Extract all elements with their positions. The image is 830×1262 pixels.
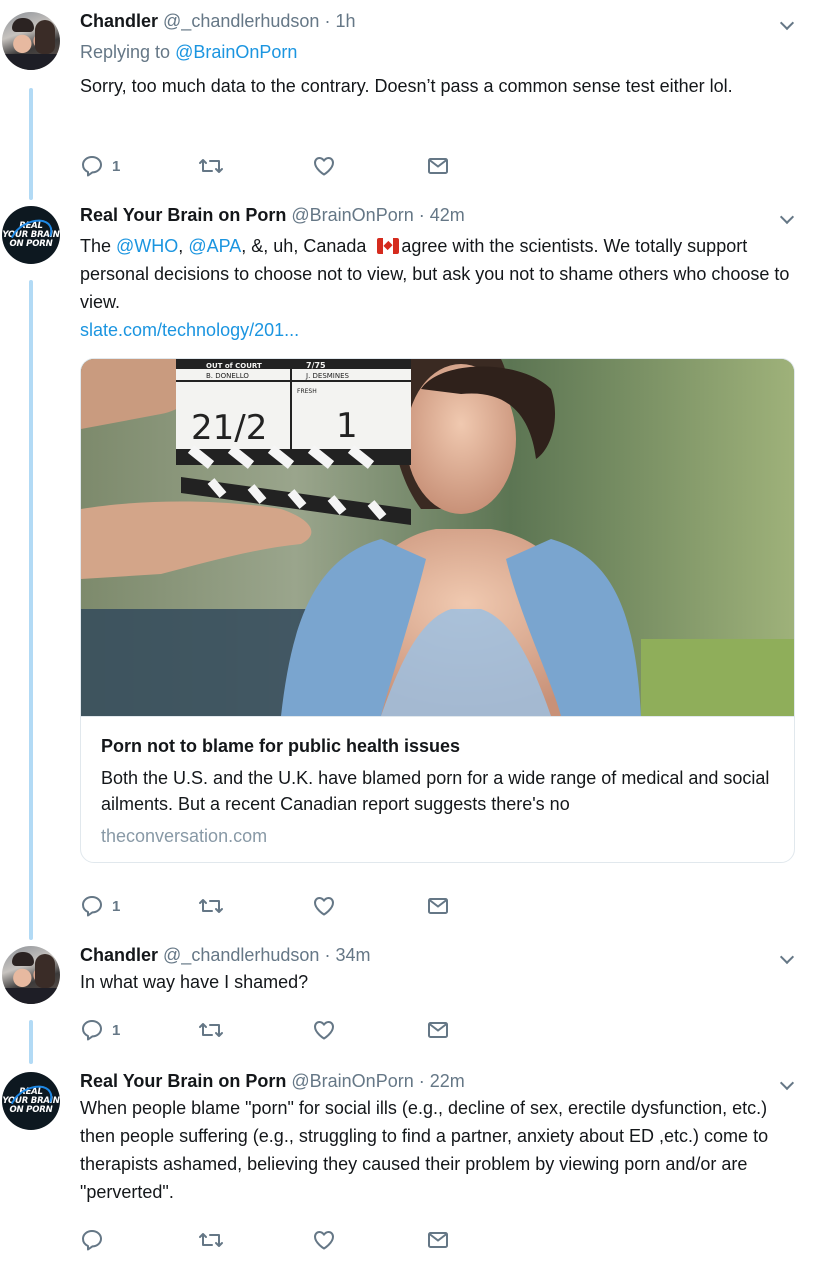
reply-count: 1 bbox=[112, 157, 121, 175]
slate-label: B. DONELLO bbox=[206, 372, 249, 380]
slate-label: OUT of COURT bbox=[206, 362, 262, 370]
separator: · bbox=[418, 205, 425, 225]
retweet-icon bbox=[199, 899, 223, 913]
slate-label: J. DESMINES bbox=[305, 372, 350, 380]
tweet-text: In what way have I shamed? bbox=[80, 972, 309, 992]
card-image[interactable]: OUT of COURT 7/75 B. DONELLO J. DESMINES… bbox=[81, 359, 794, 716]
timestamp[interactable]: 22m bbox=[430, 1071, 465, 1091]
separator: · bbox=[324, 11, 331, 31]
reply-icon bbox=[82, 1230, 102, 1251]
card-photo: OUT of COURT 7/75 B. DONELLO J. DESMINES… bbox=[81, 359, 794, 716]
tweet-text: The @WHO, @APA, &, uh, Canada agree with… bbox=[80, 232, 800, 344]
author-name[interactable]: Real Your Brain on Porn bbox=[80, 1071, 286, 1091]
slate-take: 1 bbox=[336, 406, 358, 446]
reply-button[interactable]: 1 bbox=[80, 152, 120, 180]
card-description: Both the U.S. and the U.K. have blamed p… bbox=[101, 768, 770, 814]
tweet-header: Chandler @_chandlerhudson · 1h bbox=[80, 10, 800, 32]
slate-scene: 21/2 bbox=[191, 408, 267, 448]
separator: · bbox=[324, 945, 331, 965]
reply-button[interactable]: 1 bbox=[80, 1016, 120, 1044]
mention-apa[interactable]: @APA bbox=[188, 236, 241, 256]
heart-icon bbox=[314, 1021, 334, 1040]
like-button[interactable] bbox=[312, 1016, 336, 1044]
envelope-icon bbox=[428, 898, 448, 914]
author-handle[interactable]: @_chandlerhudson bbox=[163, 945, 319, 965]
author-handle[interactable]: @BrainOnPorn bbox=[291, 205, 413, 225]
tweet-actions: 1 bbox=[80, 1016, 480, 1044]
logo-swoosh bbox=[3, 1078, 59, 1128]
reply-icon bbox=[82, 156, 102, 177]
tweet-actions bbox=[80, 1226, 480, 1254]
like-button[interactable] bbox=[312, 152, 336, 180]
reply-button[interactable]: 1 bbox=[80, 892, 120, 920]
reply-button[interactable] bbox=[80, 1226, 104, 1254]
timestamp[interactable]: 42m bbox=[430, 205, 465, 225]
retweet-button[interactable] bbox=[197, 892, 225, 920]
envelope-icon bbox=[428, 1022, 448, 1038]
avatar[interactable] bbox=[2, 946, 60, 1004]
tweet-actions: 1 bbox=[80, 892, 480, 920]
author-handle[interactable]: @BrainOnPorn bbox=[291, 1071, 413, 1091]
direct-message-button[interactable] bbox=[426, 1226, 450, 1254]
direct-message-button[interactable] bbox=[426, 1016, 450, 1044]
author-name[interactable]: Chandler bbox=[80, 11, 158, 31]
direct-message-button[interactable] bbox=[426, 152, 450, 180]
author-handle[interactable]: @_chandlerhudson bbox=[163, 11, 319, 31]
logo-swoosh bbox=[3, 212, 59, 262]
retweet-icon bbox=[199, 1233, 223, 1247]
tweet[interactable]: Chandler @_chandlerhudson · 34m In what … bbox=[0, 944, 830, 1054]
avatar[interactable]: REAL YOUR BRAIN ON PORN bbox=[2, 206, 60, 264]
tweet[interactable]: REAL YOUR BRAIN ON PORN Real Your Brain … bbox=[0, 1070, 830, 1260]
avatar[interactable] bbox=[2, 12, 60, 70]
reply-icon bbox=[82, 896, 102, 917]
heart-icon bbox=[314, 897, 334, 916]
reply-count: 1 bbox=[112, 897, 121, 915]
author-name[interactable]: Chandler bbox=[80, 945, 158, 965]
direct-message-button[interactable] bbox=[426, 892, 450, 920]
reply-count: 1 bbox=[112, 1021, 121, 1039]
tweet-text: When people blame "porn" for social ills… bbox=[80, 1098, 769, 1202]
link-card[interactable]: OUT of COURT 7/75 B. DONELLO J. DESMINES… bbox=[80, 358, 795, 863]
retweet-button[interactable] bbox=[197, 1016, 225, 1044]
timestamp[interactable]: 1h bbox=[335, 11, 355, 31]
tweet-header: Real Your Brain on Porn @BrainOnPorn · 2… bbox=[80, 1070, 800, 1092]
retweet-icon bbox=[199, 1023, 223, 1037]
tweet[interactable]: Chandler @_chandlerhudson · 1h Replying … bbox=[0, 10, 830, 190]
slate-label: 7/75 bbox=[306, 361, 326, 370]
heart-icon bbox=[314, 157, 334, 176]
separator: · bbox=[418, 1071, 425, 1091]
tweet[interactable]: REAL YOUR BRAIN ON PORN Real Your Brain … bbox=[0, 204, 830, 934]
card-body[interactable]: Porn not to blame for public health issu… bbox=[81, 716, 794, 862]
card-domain: theconversation.com bbox=[101, 826, 268, 846]
tweet-actions: 1 bbox=[80, 152, 480, 180]
retweet-button[interactable] bbox=[197, 1226, 225, 1254]
author-name[interactable]: Real Your Brain on Porn bbox=[80, 205, 286, 225]
canada-flag-emoji bbox=[377, 238, 400, 254]
avatar[interactable]: REAL YOUR BRAIN ON PORN bbox=[2, 1072, 60, 1130]
envelope-icon bbox=[428, 158, 448, 174]
like-button[interactable] bbox=[312, 1226, 336, 1254]
article-url-link[interactable]: slate.com/technology/201... bbox=[80, 316, 800, 344]
heart-icon bbox=[314, 1231, 334, 1250]
replying-to: Replying to @BrainOnPorn bbox=[80, 42, 298, 62]
reply-handle-link[interactable]: @BrainOnPorn bbox=[175, 42, 297, 62]
card-title[interactable]: Porn not to blame for public health issu… bbox=[101, 735, 776, 757]
tweet-text: Sorry, too much data to the contrary. Do… bbox=[80, 76, 733, 96]
envelope-icon bbox=[428, 1232, 448, 1248]
tweet-header: Real Your Brain on Porn @BrainOnPorn · 4… bbox=[80, 204, 800, 226]
retweet-icon bbox=[199, 159, 223, 173]
slate-label: FRESH bbox=[297, 388, 317, 395]
tweet-header: Chandler @_chandlerhudson · 34m bbox=[80, 944, 800, 966]
like-button[interactable] bbox=[312, 892, 336, 920]
retweet-button[interactable] bbox=[197, 152, 225, 180]
reply-icon bbox=[82, 1020, 102, 1041]
mention-who[interactable]: @WHO bbox=[116, 236, 178, 256]
timestamp[interactable]: 34m bbox=[335, 945, 370, 965]
